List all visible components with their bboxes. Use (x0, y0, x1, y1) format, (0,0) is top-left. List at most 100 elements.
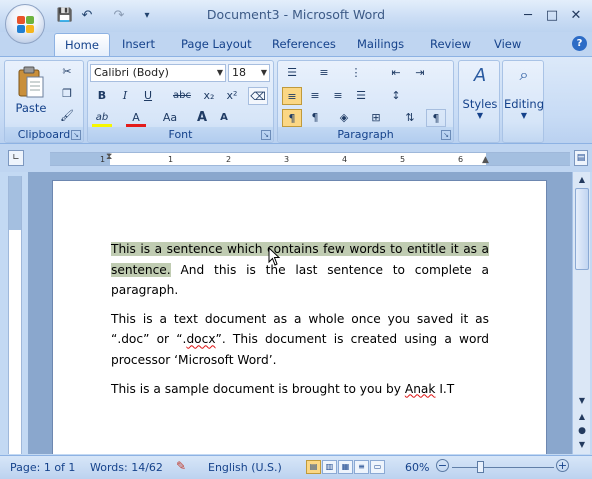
tab-references[interactable]: References (272, 37, 336, 51)
print-layout-view-icon[interactable]: ▤ (306, 460, 321, 474)
paragraph-text[interactable]: This is a sample document is brought to … (111, 382, 405, 396)
bold-button[interactable]: B (92, 87, 112, 105)
italic-button[interactable]: I (115, 87, 135, 105)
align-left-icon[interactable]: ≡ (282, 87, 302, 105)
previous-page-icon[interactable]: ▲ (574, 410, 590, 424)
paragraph-text[interactable]: I.T (435, 382, 454, 396)
outline-view-icon[interactable]: ≡ (354, 460, 369, 474)
web-layout-icon[interactable]: ▦ (338, 460, 353, 474)
clipboard-launcher-icon[interactable]: ↘ (71, 130, 81, 140)
zoom-level[interactable]: 60% (405, 461, 429, 474)
view-ruler-icon[interactable]: ▤ (574, 150, 588, 166)
styles-group[interactable]: A Styles ▼ (458, 60, 500, 143)
minimize-button[interactable]: ─ (518, 8, 538, 24)
strikethrough-button[interactable]: abc (172, 87, 192, 105)
show-formatting-icon[interactable]: ¶ (426, 109, 446, 127)
office-button[interactable] (5, 4, 45, 44)
maximize-button[interactable]: □ (542, 8, 562, 24)
paragraph-3[interactable]: This is a sample document is brought to … (111, 379, 489, 400)
decrease-indent-icon[interactable]: ⇤ (386, 64, 406, 82)
document-body[interactable]: This is a sentence which contains few wo… (111, 239, 489, 407)
font-launcher-icon[interactable]: ↘ (261, 130, 271, 140)
cut-icon[interactable]: ✂ (57, 63, 77, 81)
zoom-slider-thumb[interactable] (477, 461, 484, 473)
vertical-scrollbar[interactable]: ▲ ▼ ▲ ● ▼ (572, 172, 590, 454)
change-case-button[interactable]: Aa (160, 109, 180, 127)
misspelled-word[interactable]: docx (186, 332, 215, 346)
superscript-button[interactable]: x² (222, 87, 242, 105)
ribbon: Paste ✂ ❐ 🖌 Clipboard ↘ Calibri (Body) ▼ … (0, 56, 592, 144)
scroll-thumb[interactable] (575, 188, 589, 270)
tab-review[interactable]: Review (430, 37, 471, 51)
full-screen-reading-icon[interactable]: ▥ (322, 460, 337, 474)
tab-selector-icon[interactable]: ∟ (8, 150, 24, 166)
clear-formatting-icon[interactable]: ⌫ (248, 87, 268, 105)
font-size-value: 18 (232, 66, 246, 79)
font-color-button[interactable]: A (126, 109, 146, 127)
scroll-down-icon[interactable]: ▼ (574, 394, 590, 408)
office-logo-icon (17, 16, 35, 34)
copy-icon[interactable]: ❐ (57, 85, 77, 103)
font-label: Font (88, 127, 273, 142)
paragraph-group: ☰ ≡ ⋮ ⇤ ⇥ ≡ ≡ ≡ ☰ ↕ ¶ ¶ ◈ ⊞ ⇅ ¶ Paragrap… (277, 60, 454, 143)
next-page-icon[interactable]: ▼ (574, 438, 590, 452)
vertical-ruler[interactable] (8, 176, 22, 454)
zoom-out-button[interactable]: − (436, 459, 449, 472)
clipboard-group: Paste ✂ ❐ 🖌 Clipboard ↘ (4, 60, 84, 143)
editing-group[interactable]: ⌕ Editing ▼ (502, 60, 544, 143)
sort-icon[interactable]: ⇅ (400, 109, 420, 127)
shading-icon[interactable]: ◈ (334, 109, 354, 127)
paragraph-2[interactable]: This is a text document as a whole once … (111, 309, 489, 371)
top-margin (9, 176, 21, 230)
horizontal-ruler[interactable]: 1 1 2 3 4 5 6 ⧗ ▲ (50, 152, 570, 166)
format-painter-icon[interactable]: 🖌 (57, 107, 77, 125)
numbering-icon[interactable]: ≡ (314, 64, 334, 82)
align-center-icon[interactable]: ≡ (305, 87, 325, 105)
paragraph-1[interactable]: This is a sentence which contains few wo… (111, 239, 489, 301)
multilevel-list-icon[interactable]: ⋮ (346, 64, 366, 82)
tab-view[interactable]: View (494, 37, 521, 51)
increase-indent-icon[interactable]: ⇥ (410, 64, 430, 82)
title-bar: 💾 ↶ ↷ ▾ Document3 - Microsoft Word ─ □ ✕ (0, 0, 592, 32)
line-spacing-icon[interactable]: ↕ (386, 87, 406, 105)
borders-icon[interactable]: ⊞ (366, 109, 386, 127)
tab-home[interactable]: Home (54, 33, 110, 57)
grow-font-button[interactable]: A (192, 109, 212, 127)
font-size-combo[interactable]: 18 ▼ (228, 64, 270, 82)
ruler-tick: 2 (226, 155, 232, 164)
page-count[interactable]: Page: 1 of 1 (10, 461, 75, 474)
chevron-down-icon: ▼ (476, 111, 484, 120)
misspelled-word[interactable]: Anak (405, 382, 436, 396)
document-area[interactable]: This is a sentence which contains few wo… (28, 172, 572, 454)
paste-button[interactable]: Paste (11, 63, 51, 121)
ltr-icon[interactable]: ¶ (282, 109, 302, 127)
font-name-combo[interactable]: Calibri (Body) ▼ (90, 64, 226, 82)
ribbon-tabs: Home Insert Page Layout References Maili… (0, 32, 592, 57)
justify-icon[interactable]: ☰ (351, 87, 371, 105)
help-icon[interactable]: ? (572, 36, 587, 51)
word-count[interactable]: Words: 14/62 (90, 461, 163, 474)
underline-button[interactable]: U (138, 87, 158, 105)
draft-view-icon[interactable]: ▭ (370, 460, 385, 474)
language[interactable]: English (U.S.) (208, 461, 282, 474)
indent-marker-icon[interactable]: ⧗ (106, 152, 112, 162)
shrink-font-button[interactable]: A (214, 109, 234, 127)
browse-object-icon[interactable]: ● (574, 424, 590, 438)
right-indent-icon[interactable]: ▲ (482, 155, 489, 165)
document-page[interactable]: This is a sentence which contains few wo… (52, 180, 547, 454)
close-button[interactable]: ✕ (566, 8, 586, 24)
tab-mailings[interactable]: Mailings (357, 37, 404, 51)
proofing-icon[interactable]: ✎ (176, 459, 186, 473)
paragraph-launcher-icon[interactable]: ↘ (441, 130, 451, 140)
bullets-icon[interactable]: ☰ (282, 64, 302, 82)
subscript-button[interactable]: x₂ (199, 87, 219, 105)
scroll-up-icon[interactable]: ▲ (574, 173, 590, 187)
styles-icon: A (473, 65, 487, 86)
align-right-icon[interactable]: ≡ (328, 87, 348, 105)
tab-insert[interactable]: Insert (122, 37, 155, 51)
rtl-icon[interactable]: ¶ (305, 109, 325, 127)
zoom-slider-track[interactable] (452, 467, 554, 468)
highlight-button[interactable]: ab (92, 109, 112, 127)
tab-page-layout[interactable]: Page Layout (181, 37, 252, 51)
zoom-in-button[interactable]: + (556, 459, 569, 472)
